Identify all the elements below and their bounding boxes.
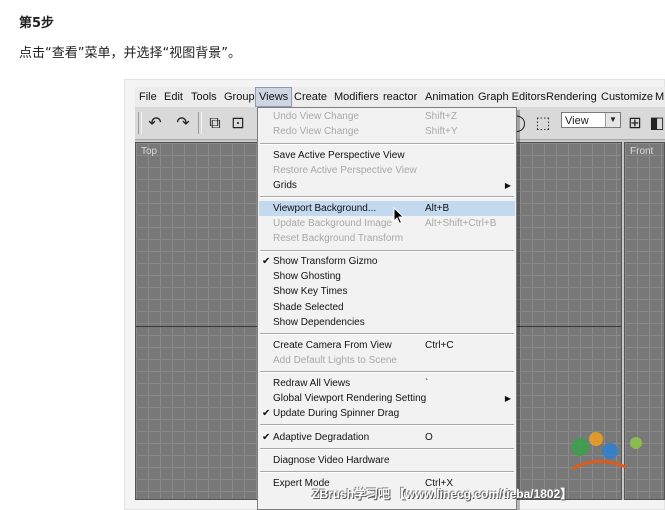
toolbar-separator	[138, 112, 142, 134]
menu-reactor[interactable]: reactor	[380, 87, 420, 107]
menu-item-show-transform-gizmo[interactable]: ✔ Show Transform Gizmo	[259, 254, 515, 269]
reference-coordinate-select[interactable]: View ▼	[561, 112, 621, 128]
menu-separator	[260, 424, 514, 426]
select-and-link-icon[interactable]: ⧉	[205, 113, 225, 133]
pivot-center-icon[interactable]: ⊞	[625, 113, 645, 133]
menu-file[interactable]: File	[136, 87, 160, 107]
checkmark-icon: ✔	[262, 408, 271, 419]
menu-item-create-camera-from-view[interactable]: Create Camera From View Ctrl+C	[259, 338, 515, 353]
chevron-down-icon[interactable]: ▼	[605, 113, 620, 127]
menu-item-show-ghosting[interactable]: Show Ghosting	[259, 269, 515, 284]
instruction-text: 点击“查看”菜单，并选择“视图背景”。	[19, 46, 241, 61]
menu-item-reset-background-transform[interactable]: Reset Background Transform	[259, 231, 515, 246]
menu-item-save-active-perspective-view[interactable]: Save Active Perspective View	[259, 148, 515, 163]
menu-tools[interactable]: Tools	[188, 87, 220, 107]
menu-separator	[260, 250, 514, 252]
menu-separator	[260, 371, 514, 373]
menu-item-add-default-lights[interactable]: Add Default Lights to Scene	[259, 353, 515, 368]
viewport-label-front[interactable]: Front	[630, 146, 653, 157]
submenu-arrow-icon: ▶	[504, 394, 511, 403]
submenu-arrow-icon: ▶	[504, 181, 511, 190]
menu-separator	[260, 333, 514, 335]
checkmark-icon: ✔	[262, 432, 271, 443]
watermark-text: ZBrush学习吧 【www.linecg.com/tieba/1802】	[312, 487, 573, 501]
undo-icon[interactable]: ↶	[145, 113, 165, 133]
menu-item-adaptive-degradation[interactable]: ✔ Adaptive Degradation O	[259, 430, 515, 445]
menu-modifiers[interactable]: Modifiers	[331, 87, 382, 107]
step-title: 第5步	[19, 16, 55, 31]
menu-maxscript[interactable]: M	[652, 87, 665, 107]
menu-separator	[260, 471, 514, 473]
menu-item-grids[interactable]: Grids ▶	[259, 178, 515, 193]
select-manipulate-icon[interactable]: ◧	[647, 113, 665, 133]
checkmark-icon: ✔	[262, 256, 271, 267]
menu-item-redo-view-change[interactable]: Redo View Change Shift+Y	[259, 124, 515, 139]
mouse-cursor-icon	[393, 207, 405, 225]
menu-separator	[260, 143, 514, 145]
site-logo-icon	[571, 432, 642, 471]
menu-customize[interactable]: Customize	[598, 87, 656, 107]
menu-item-show-dependencies[interactable]: Show Dependencies	[259, 315, 515, 330]
views-dropdown-menu: Undo View Change Shift+Z Redo View Chang…	[257, 107, 517, 510]
menu-separator	[260, 196, 514, 198]
menu-item-update-during-spinner-drag[interactable]: ✔ Update During Spinner Drag	[259, 406, 515, 421]
menu-item-update-background-image[interactable]: Update Background Image Alt+Shift+Ctrl+B	[259, 216, 515, 231]
reference-coordinate-value: View	[565, 115, 589, 127]
menu-edit[interactable]: Edit	[161, 87, 186, 107]
svg-text:y: y	[159, 497, 163, 500]
menu-item-undo-view-change[interactable]: Undo View Change Shift+Z	[259, 109, 515, 124]
menu-item-restore-active-perspective-view[interactable]: Restore Active Perspective View	[259, 163, 515, 178]
menu-item-diagnose-video-hardware[interactable]: Diagnose Video Hardware	[259, 453, 515, 468]
unlink-icon[interactable]: ⊡	[231, 113, 245, 133]
menu-item-redraw-all-views[interactable]: Redraw All Views `	[259, 376, 515, 391]
menu-item-show-key-times[interactable]: Show Key Times	[259, 284, 515, 299]
menu-graph-editors[interactable]: Graph Editors	[475, 87, 549, 107]
menubar: File Edit Tools Group Views Create Modif…	[135, 87, 665, 108]
redo-icon[interactable]: ↷	[173, 113, 193, 133]
menu-group[interactable]: Group	[221, 87, 258, 107]
menu-animation[interactable]: Animation	[422, 87, 477, 107]
viewport-label-top[interactable]: Top	[141, 146, 157, 157]
menu-rendering[interactable]: Rendering	[543, 87, 600, 107]
menu-separator	[260, 448, 514, 450]
select-region-icon[interactable]: ⬚	[533, 113, 553, 133]
axis-gizmo-icon: y x	[159, 497, 163, 500]
menu-item-shade-selected[interactable]: Shade Selected	[259, 300, 515, 315]
menu-create[interactable]: Create	[291, 87, 330, 107]
menu-views[interactable]: Views	[255, 87, 293, 107]
toolbar-separator	[198, 112, 202, 134]
menu-item-viewport-background[interactable]: Viewport Background... Alt+B	[259, 201, 515, 216]
menu-item-global-viewport-rendering-setting[interactable]: Global Viewport Rendering Setting ▶	[259, 391, 515, 406]
